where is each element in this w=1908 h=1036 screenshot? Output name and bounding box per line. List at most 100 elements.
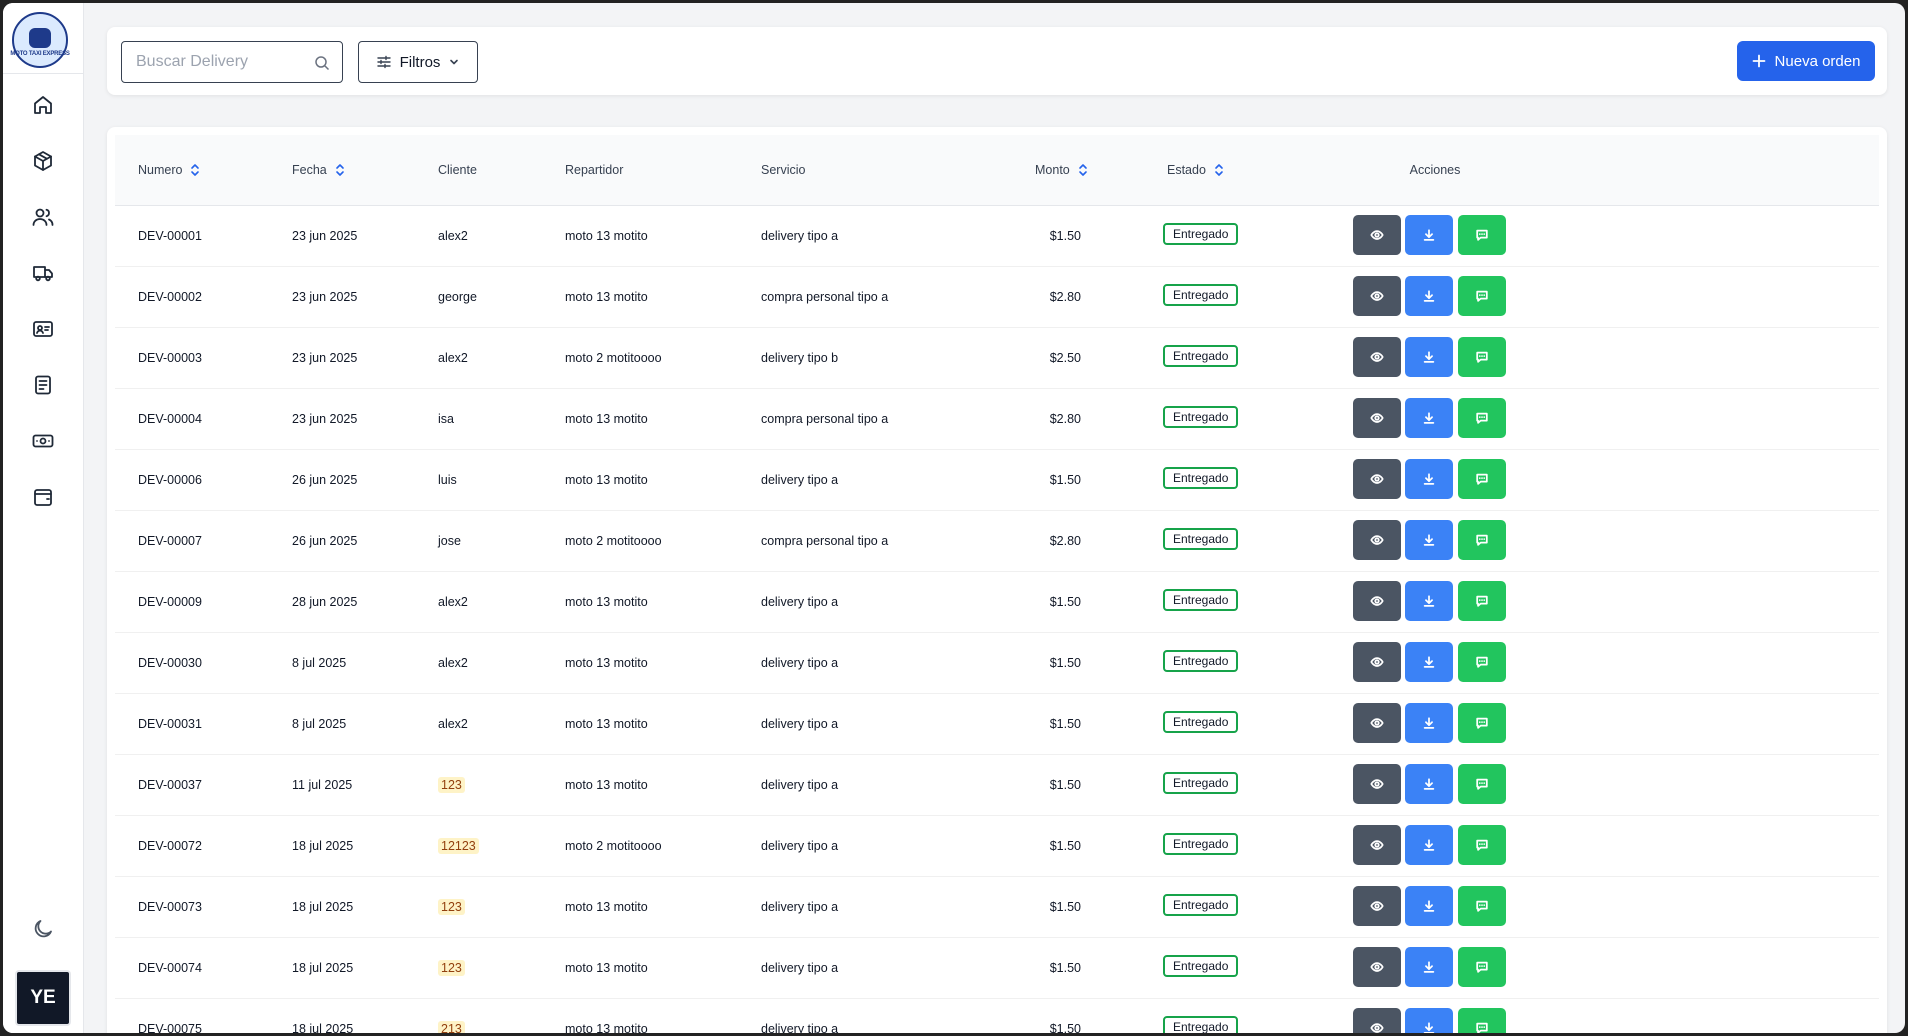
message-button[interactable] bbox=[1458, 520, 1506, 560]
column-label: Servicio bbox=[761, 163, 806, 177]
sidebar-item-users[interactable] bbox=[23, 197, 63, 237]
table-row[interactable]: DEV-00003 23 jun 2025 alex2 moto 2 motitooo… bbox=[115, 327, 1879, 389]
sidebar-item-packages[interactable] bbox=[23, 141, 63, 181]
download-button[interactable] bbox=[1405, 825, 1453, 865]
sort-icon[interactable] bbox=[1214, 162, 1224, 178]
table-row[interactable]: DEV-00031 8 jul 2025 alex2 moto 13 motito de… bbox=[115, 693, 1879, 755]
view-button[interactable] bbox=[1353, 642, 1401, 682]
download-button[interactable] bbox=[1405, 398, 1453, 438]
table-row[interactable]: DEV-00037 11 jul 2025 123 moto 13 motito del… bbox=[115, 754, 1879, 816]
download-button[interactable] bbox=[1405, 337, 1453, 377]
new-order-button[interactable]: Nueva orden bbox=[1737, 41, 1875, 81]
repartidor-value: moto 13 motito bbox=[565, 777, 648, 792]
eye-icon bbox=[1370, 657, 1384, 667]
download-button[interactable] bbox=[1405, 642, 1453, 682]
filters-button[interactable]: Filtros bbox=[358, 41, 478, 83]
download-button[interactable] bbox=[1405, 215, 1453, 255]
download-button[interactable] bbox=[1405, 459, 1453, 499]
monto-value: $1.50 bbox=[1049, 594, 1081, 609]
message-button[interactable] bbox=[1458, 947, 1506, 987]
view-button[interactable] bbox=[1353, 276, 1401, 316]
table-row[interactable]: DEV-00002 23 jun 2025 george moto 13 motito… bbox=[115, 266, 1879, 328]
cell-fecha: 11 jul 2025 bbox=[292, 754, 352, 815]
table-row[interactable]: DEV-00030 8 jul 2025 alex2 moto 13 motito de… bbox=[115, 632, 1879, 694]
view-button[interactable] bbox=[1353, 703, 1401, 743]
view-button[interactable] bbox=[1353, 215, 1401, 255]
message-button[interactable] bbox=[1458, 703, 1506, 743]
view-button[interactable] bbox=[1353, 459, 1401, 499]
view-button[interactable] bbox=[1353, 1008, 1401, 1033]
view-button[interactable] bbox=[1353, 947, 1401, 987]
fecha-value: 11 jul 2025 bbox=[292, 777, 353, 792]
download-button[interactable] bbox=[1405, 764, 1453, 804]
message-button[interactable] bbox=[1458, 886, 1506, 926]
view-button[interactable] bbox=[1353, 581, 1401, 621]
view-button[interactable] bbox=[1353, 764, 1401, 804]
eye-icon bbox=[1370, 901, 1384, 911]
sidebar-item-home[interactable] bbox=[23, 85, 63, 125]
sidebar-item-drivers[interactable] bbox=[23, 309, 63, 349]
download-button[interactable] bbox=[1405, 947, 1453, 987]
view-button[interactable] bbox=[1353, 520, 1401, 560]
message-button[interactable] bbox=[1458, 215, 1506, 255]
sort-icon[interactable] bbox=[190, 162, 200, 178]
theme-toggle-button[interactable] bbox=[23, 909, 63, 949]
eye-icon bbox=[1370, 840, 1384, 850]
message-button[interactable] bbox=[1458, 276, 1506, 316]
message-button[interactable] bbox=[1458, 398, 1506, 438]
table-row[interactable]: DEV-00004 23 jun 2025 isa moto 13 motito com… bbox=[115, 388, 1879, 450]
sidebar-item-vehicles[interactable] bbox=[23, 253, 63, 293]
message-button[interactable] bbox=[1458, 581, 1506, 621]
message-button[interactable] bbox=[1458, 459, 1506, 499]
download-button[interactable] bbox=[1405, 276, 1453, 316]
fecha-value: 23 jun 2025 bbox=[292, 350, 358, 365]
brand-logo[interactable]: MOTO TAXI EXPRESS bbox=[10, 12, 70, 68]
column-header-fecha[interactable]: Fecha bbox=[292, 135, 345, 205]
view-button[interactable] bbox=[1353, 886, 1401, 926]
sort-icon[interactable] bbox=[335, 162, 345, 178]
download-icon bbox=[1423, 290, 1435, 302]
download-button[interactable] bbox=[1405, 703, 1453, 743]
sidebar-item-reports[interactable] bbox=[23, 365, 63, 405]
table-row[interactable]: DEV-00009 28 jun 2025 alex2 moto 13 motito d… bbox=[115, 571, 1879, 633]
message-button[interactable] bbox=[1458, 764, 1506, 804]
table-row[interactable]: DEV-00072 18 jul 2025 12123 moto 2 motitooo… bbox=[115, 815, 1879, 877]
table-row[interactable]: DEV-00074 18 jul 2025 123 moto 13 motito del… bbox=[115, 937, 1879, 999]
table-row[interactable]: DEV-00006 26 jun 2025 luis moto 13 motito de… bbox=[115, 449, 1879, 511]
download-button[interactable] bbox=[1405, 581, 1453, 621]
column-header-monto[interactable]: Monto bbox=[1035, 135, 1088, 205]
table-row[interactable]: DEV-00001 23 jun 2025 alex2 moto 13 motito d… bbox=[115, 205, 1879, 267]
column-label: Monto bbox=[1035, 163, 1070, 177]
view-button[interactable] bbox=[1353, 825, 1401, 865]
view-button[interactable] bbox=[1353, 398, 1401, 438]
table-row[interactable]: DEV-00073 18 jul 2025 123 moto 13 motito del… bbox=[115, 876, 1879, 938]
fecha-value: 8 jul 2025 bbox=[292, 716, 347, 731]
message-button[interactable] bbox=[1458, 1008, 1506, 1033]
column-header-numero[interactable]: Numero bbox=[138, 135, 200, 205]
numero-value: DEV-00007 bbox=[138, 533, 202, 548]
message-button[interactable] bbox=[1458, 337, 1506, 377]
sort-icon[interactable] bbox=[1078, 162, 1088, 178]
column-header-estado[interactable]: Estado bbox=[1167, 135, 1224, 205]
numero-value: DEV-00073 bbox=[138, 899, 202, 914]
sidebar-item-payments[interactable] bbox=[23, 421, 63, 461]
download-button[interactable] bbox=[1405, 886, 1453, 926]
monto-value: $1.50 bbox=[1049, 472, 1081, 487]
search-icon[interactable] bbox=[314, 55, 330, 71]
status-badge: Entregado bbox=[1163, 589, 1239, 611]
table-row[interactable]: DEV-00007 26 jun 2025 jose moto 2 motitoooo… bbox=[115, 510, 1879, 572]
search-input[interactable] bbox=[134, 52, 308, 72]
user-avatar[interactable]: YE bbox=[15, 970, 71, 1026]
repartidor-value: moto 13 motito bbox=[565, 655, 648, 670]
repartidor-value: moto 13 motito bbox=[565, 289, 648, 304]
view-button[interactable] bbox=[1353, 337, 1401, 377]
message-button[interactable] bbox=[1458, 642, 1506, 682]
download-button[interactable] bbox=[1405, 1008, 1453, 1033]
status-badge: Entregado bbox=[1163, 528, 1239, 550]
message-button[interactable] bbox=[1458, 825, 1506, 865]
table-row[interactable]: DEV-00075 18 jul 2025 213 moto 13 motito del… bbox=[115, 998, 1879, 1033]
cell-numero: DEV-00002 bbox=[138, 266, 202, 327]
cell-servicio: delivery tipo a bbox=[761, 815, 838, 876]
download-button[interactable] bbox=[1405, 520, 1453, 560]
sidebar-item-wallet[interactable] bbox=[23, 477, 63, 517]
